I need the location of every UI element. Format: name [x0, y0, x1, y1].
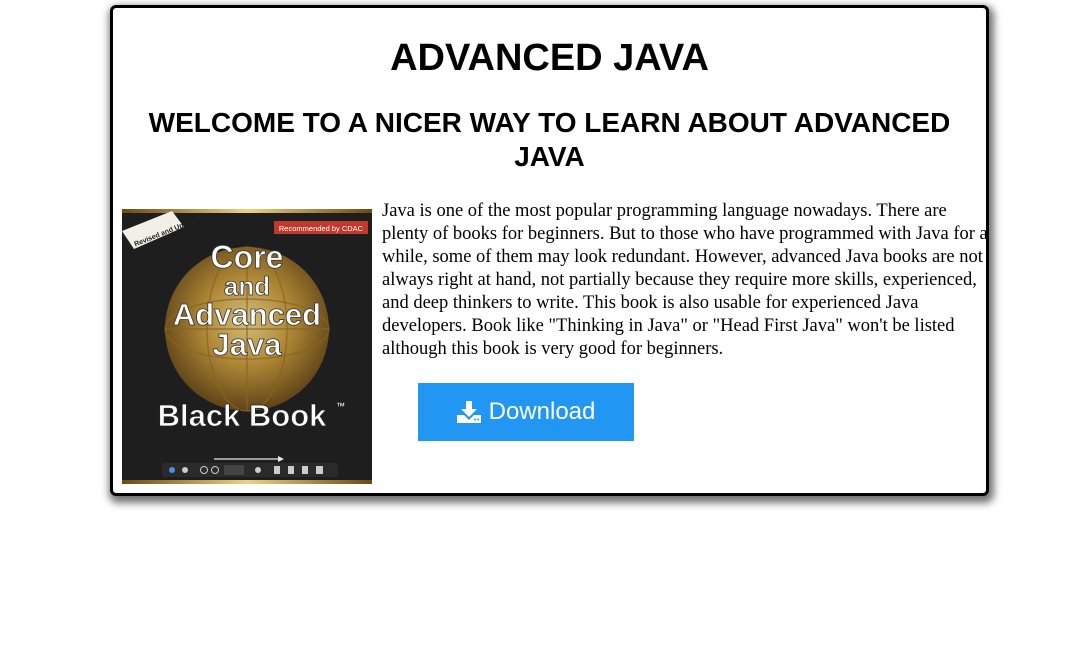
cover-badge-text: Recommended by CDAC	[279, 224, 364, 233]
cover-title-black-book: Black Book	[158, 398, 328, 433]
cover-trademark: ™	[336, 401, 345, 411]
download-button[interactable]: Download	[418, 383, 634, 441]
download-button-label: Download	[488, 398, 596, 425]
content-card: ADVANCED JAVA WELCOME TO A NICER WAY TO …	[110, 5, 989, 496]
download-icon	[456, 401, 481, 423]
book-description: Java is one of the most popular programm…	[382, 201, 988, 359]
cover-title-java: Java	[213, 327, 283, 362]
page-subtitle: WELCOME TO A NICER WAY TO LEARN ABOUT AD…	[148, 107, 951, 172]
book-cover-image: Revised and Upgraded Recommended by CDAC…	[122, 209, 372, 484]
cover-title-core: Core	[211, 239, 284, 275]
page-title: ADVANCED JAVA	[390, 37, 709, 79]
